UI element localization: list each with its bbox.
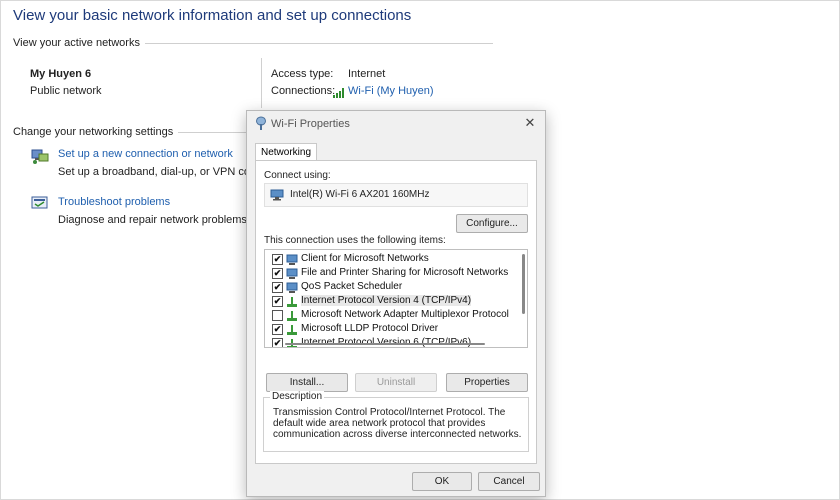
active-networks-header: View your active networks bbox=[13, 37, 145, 49]
network-setup-icon bbox=[30, 146, 50, 166]
configure-button[interactable]: Configure... bbox=[456, 214, 528, 233]
properties-button[interactable]: Properties bbox=[446, 373, 528, 392]
description-text: Transmission Control Protocol/Internet P… bbox=[273, 407, 522, 440]
troubleshoot-link[interactable]: Troubleshoot problems bbox=[58, 196, 170, 208]
items-list[interactable]: ✔ Client for Microsoft Networks ✔ File a… bbox=[264, 249, 528, 348]
connection-link[interactable]: Wi-Fi (My Huyen) bbox=[348, 85, 434, 97]
network-name: My Huyen 6 bbox=[30, 68, 92, 80]
client-icon bbox=[286, 253, 298, 265]
item-label: Client for Microsoft Networks bbox=[301, 253, 429, 264]
list-item[interactable]: ✔ Internet Protocol Version 6 (TCP/IPv6) bbox=[265, 336, 515, 347]
networking-panel: Connect using: Intel(R) Wi-Fi 6 AX201 16… bbox=[255, 160, 537, 464]
item-label: Microsoft LLDP Protocol Driver bbox=[301, 323, 439, 334]
settings-header: Change your networking settings bbox=[13, 126, 179, 138]
network-type: Public network bbox=[30, 85, 102, 97]
protocol-icon bbox=[286, 309, 298, 321]
wifi-adapter-icon bbox=[255, 116, 267, 130]
dialog-title: Wi-Fi Properties bbox=[271, 118, 350, 130]
column-divider bbox=[261, 58, 262, 108]
access-type-value: Internet bbox=[348, 68, 386, 80]
item-checkbox[interactable] bbox=[272, 310, 283, 321]
close-icon[interactable]: ✕ bbox=[521, 115, 539, 131]
list-item[interactable]: ✔ QoS Packet Scheduler bbox=[265, 280, 515, 294]
item-checkbox[interactable]: ✔ bbox=[272, 282, 283, 293]
connections-label: Connections: bbox=[271, 85, 336, 97]
item-label: Internet Protocol Version 4 (TCP/IPv4) bbox=[301, 295, 472, 306]
cancel-button[interactable]: Cancel bbox=[478, 472, 540, 491]
vertical-scrollbar[interactable] bbox=[522, 254, 525, 314]
item-label: Microsoft Network Adapter Multiplexor Pr… bbox=[301, 309, 509, 320]
items-label: This connection uses the following items… bbox=[264, 235, 446, 246]
access-type-label: Access type: bbox=[271, 68, 334, 80]
protocol-icon bbox=[286, 323, 298, 335]
troubleshoot-icon bbox=[30, 194, 50, 214]
setup-connection-link[interactable]: Set up a new connection or network bbox=[58, 148, 233, 160]
tab-networking[interactable]: Networking bbox=[255, 143, 318, 161]
connect-using-label: Connect using: bbox=[264, 170, 331, 181]
item-checkbox[interactable]: ✔ bbox=[272, 254, 283, 265]
description-title: Description bbox=[270, 391, 325, 402]
list-item[interactable]: ✔ File and Printer Sharing for Microsoft… bbox=[265, 266, 515, 280]
uninstall-button[interactable]: Uninstall bbox=[355, 373, 437, 392]
item-label: QoS Packet Scheduler bbox=[301, 281, 403, 292]
item-checkbox[interactable]: ✔ bbox=[272, 296, 283, 307]
list-item[interactable]: ✔ Microsoft LLDP Protocol Driver bbox=[265, 322, 515, 336]
list-item[interactable]: ✔ Client for Microsoft Networks bbox=[265, 252, 515, 266]
network-adapter-icon bbox=[270, 188, 284, 201]
item-checkbox[interactable]: ✔ bbox=[272, 324, 283, 335]
adapter-name: Intel(R) Wi-Fi 6 AX201 160MHz bbox=[290, 189, 430, 200]
page-title: View your basic network information and … bbox=[13, 7, 412, 24]
sharing-icon bbox=[286, 267, 298, 279]
list-item[interactable]: ✔ Internet Protocol Version 4 (TCP/IPv4) bbox=[265, 294, 515, 308]
qos-icon bbox=[286, 281, 298, 293]
wifi-properties-dialog: Wi-Fi Properties ✕ Networking Connect us… bbox=[246, 110, 546, 497]
troubleshoot-description: Diagnose and repair network problems, or bbox=[58, 214, 263, 226]
wifi-signal-icon bbox=[333, 85, 345, 98]
horizontal-scrollbar[interactable] bbox=[285, 343, 485, 345]
item-checkbox[interactable]: ✔ bbox=[272, 268, 283, 279]
ok-button[interactable]: OK bbox=[412, 472, 472, 491]
description-group: Description Transmission Control Protoco… bbox=[263, 391, 529, 452]
install-button[interactable]: Install... bbox=[266, 373, 348, 392]
setup-connection-description: Set up a broadband, dial-up, or VPN conn… bbox=[58, 166, 269, 178]
list-item[interactable]: Microsoft Network Adapter Multiplexor Pr… bbox=[265, 308, 515, 322]
item-label: File and Printer Sharing for Microsoft N… bbox=[301, 267, 509, 278]
adapter-box: Intel(R) Wi-Fi 6 AX201 160MHz bbox=[264, 183, 528, 207]
item-checkbox[interactable]: ✔ bbox=[272, 338, 283, 347]
protocol-icon bbox=[286, 295, 298, 307]
